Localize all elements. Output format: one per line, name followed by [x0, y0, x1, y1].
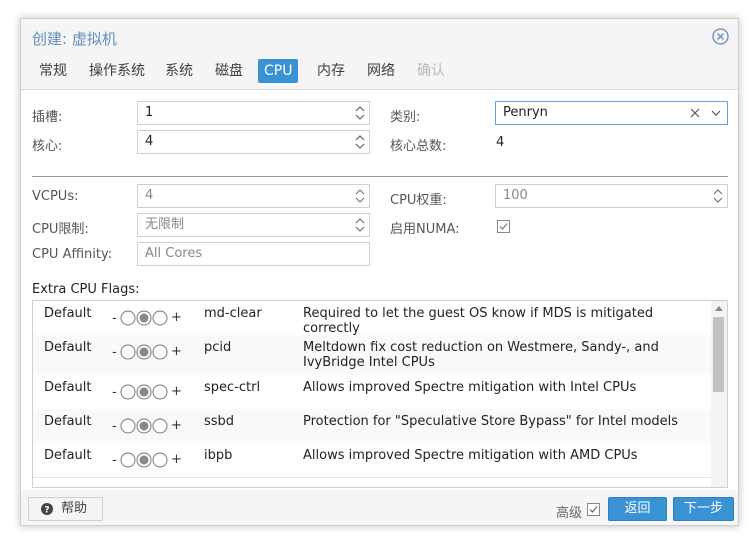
cores-value: 4 — [145, 134, 154, 149]
svg-text:?: ? — [44, 505, 49, 515]
numa-checkbox-icon[interactable] — [497, 220, 510, 233]
tab-cpu[interactable]: CPU — [258, 59, 299, 83]
tab-bar: 常规 操作系统 系统 磁盘 CPU 内存 网络 确认 — [21, 59, 738, 87]
flag-plus-label: + — [171, 418, 182, 433]
cpu-flag-row: Default - + pcid Meltdown fix cost reduction… — [33, 335, 711, 376]
total-cores-value: 4 — [496, 135, 505, 150]
flag-description: Allows improved Spectre mitigation with … — [303, 380, 637, 395]
help-button[interactable]: ? 帮助 — [28, 497, 103, 521]
tab-os[interactable]: 操作系统 — [83, 59, 151, 83]
flag-state: Default — [44, 340, 92, 355]
flag-minus-label: - — [112, 345, 117, 360]
spinner-icon[interactable] — [355, 105, 365, 121]
flag-description: Meltdown fix cost reduction on Westmere,… — [303, 340, 659, 370]
cpu-limit-placeholder: 无限制 — [145, 217, 185, 232]
affinity-label: CPU Affinity: — [32, 247, 113, 262]
flag-state: Default — [44, 306, 92, 321]
tab-network[interactable]: 网络 — [361, 59, 401, 83]
flag-minus-label: - — [112, 453, 117, 468]
flag-name: pcid — [204, 340, 232, 355]
tab-general[interactable]: 常规 — [33, 59, 73, 83]
tristate-radio-icon[interactable] — [120, 309, 168, 327]
flag-plus-label: + — [171, 310, 182, 325]
scrollbar-thumb[interactable] — [713, 317, 724, 392]
flag-minus-label: - — [112, 419, 117, 434]
flag-state: Default — [44, 380, 92, 395]
tab-confirm: 确认 — [417, 63, 445, 79]
scroll-up-icon[interactable] — [715, 305, 723, 311]
advanced-separator — [32, 176, 728, 177]
tristate-radio-icon[interactable] — [120, 343, 168, 361]
cpu-limit-field[interactable]: 无限制 — [137, 213, 370, 237]
close-icon[interactable] — [712, 28, 729, 45]
flag-plus-label: + — [171, 344, 182, 359]
flag-name: md-clear — [204, 306, 262, 321]
flag-plus-label: + — [171, 384, 182, 399]
tab-memory[interactable]: 内存 — [311, 59, 351, 83]
type-label: 类别: — [390, 110, 421, 125]
cpu-flag-row: Default - + ssbd Protection for "Speculative… — [33, 409, 711, 444]
flag-plus-label: + — [171, 452, 182, 467]
help-icon: ? — [41, 503, 53, 515]
create-vm-dialog: 创建: 虚拟机 常规 操作系统 系统 磁盘 CPU 内存 网络 确认 插槽: 1… — [20, 18, 739, 526]
flag-name: spec-ctrl — [204, 380, 261, 395]
spinner-icon[interactable] — [355, 134, 365, 150]
help-label: 帮助 — [61, 501, 88, 516]
grid-scrollbar[interactable] — [711, 301, 727, 487]
tristate-radio-icon[interactable] — [120, 383, 168, 401]
flag-description: Protection for "Speculative Store Bypass… — [303, 414, 679, 429]
cpu-flag-row: Default - + ibpb Allows improved Spectre mit… — [33, 443, 711, 478]
flag-minus-label: - — [112, 311, 117, 326]
vcpus-value: 4 — [145, 188, 154, 203]
cores-field[interactable]: 4 — [137, 130, 370, 154]
dialog-footer: ? 帮助 高级 返回 下一步 — [21, 491, 738, 526]
extra-flags-label: Extra CPU Flags: — [32, 282, 140, 297]
spinner-icon[interactable] — [355, 188, 365, 204]
spinner-icon[interactable] — [355, 217, 365, 233]
cpu-weight-label: CPU权重: — [390, 193, 447, 208]
flag-description: Required to let the guest OS know if MDS… — [303, 306, 654, 336]
cpu-flag-row: Default - + md-clear Required to let the gue… — [33, 301, 711, 336]
sockets-value: 1 — [145, 105, 154, 120]
cores-label: 核心: — [32, 139, 63, 154]
flag-name: ssbd — [204, 414, 235, 429]
numa-label: 启用NUMA: — [390, 222, 460, 237]
cpu-weight-placeholder: 100 — [503, 188, 528, 203]
cpu-flag-row: Default - + spec-ctrl Allows improved Spectr… — [33, 375, 711, 410]
flag-state: Default — [44, 414, 92, 429]
chevron-down-icon[interactable] — [711, 109, 721, 117]
flag-name: ibpb — [204, 448, 233, 463]
flag-state: Default — [44, 448, 92, 463]
total-cores-label: 核心总数: — [390, 139, 447, 154]
back-button[interactable]: 返回 — [608, 497, 667, 521]
cpu-weight-field[interactable]: 100 — [495, 184, 728, 208]
advanced-checkbox-icon[interactable] — [587, 503, 600, 516]
dialog-title: 创建: 虚拟机 — [32, 30, 117, 48]
flag-description: Allows improved Spectre mitigation with … — [303, 448, 638, 463]
flag-minus-label: - — [112, 385, 117, 400]
sockets-label: 插槽: — [32, 110, 63, 125]
advanced-label: 高级 — [556, 506, 583, 521]
cpu-type-value: Penryn — [503, 105, 548, 120]
next-button[interactable]: 下一步 — [673, 497, 734, 521]
tab-system[interactable]: 系统 — [159, 59, 199, 83]
cpu-limit-label: CPU限制: — [32, 222, 89, 237]
cpu-flags-grid: Default - + md-clear Required to let the gue… — [32, 300, 728, 488]
affinity-placeholder: All Cores — [145, 246, 203, 261]
cpu-type-select[interactable]: Penryn — [495, 101, 728, 125]
vcpus-label: VCPUs: — [32, 189, 79, 204]
cpu-panel: 插槽: 1 类别: Penryn 核心: 4 核心总数: 4 VCPUs: 4 … — [21, 89, 738, 490]
vcpus-field[interactable]: 4 — [137, 184, 370, 208]
clear-icon[interactable] — [690, 108, 700, 118]
sockets-field[interactable]: 1 — [137, 101, 370, 125]
tristate-radio-icon[interactable] — [120, 417, 168, 435]
tristate-radio-icon[interactable] — [120, 451, 168, 469]
spinner-icon[interactable] — [713, 188, 723, 204]
tab-disk[interactable]: 磁盘 — [209, 59, 249, 83]
affinity-field[interactable]: All Cores — [137, 242, 370, 266]
